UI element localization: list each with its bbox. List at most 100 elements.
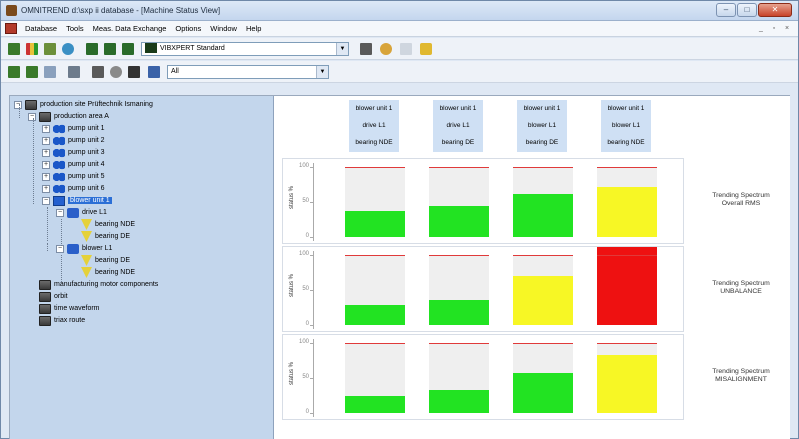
menu-help[interactable]: Help: [246, 24, 261, 33]
status-bar[interactable]: [597, 186, 657, 237]
eye-icon[interactable]: [109, 65, 123, 79]
status-bar-track[interactable]: [513, 343, 573, 413]
document-icon[interactable]: [5, 23, 17, 34]
split-icon[interactable]: [67, 65, 81, 79]
expand-icon[interactable]: +: [42, 184, 50, 193]
filter-select[interactable]: All ▼: [167, 65, 329, 79]
tree-node[interactable]: triax route: [28, 314, 85, 327]
status-bar-track[interactable]: [345, 343, 405, 413]
refresh-icon[interactable]: [61, 42, 75, 56]
chevron-down-icon[interactable]: ▼: [316, 66, 328, 78]
expand-icon[interactable]: +: [42, 160, 50, 169]
status-bar[interactable]: [513, 276, 573, 325]
tree-connector: [47, 243, 48, 251]
device-select[interactable]: VIBXPERT Standard ▼: [141, 42, 349, 56]
expand-icon[interactable]: +: [42, 124, 50, 133]
measurement-task-label[interactable]: Trending Spectrum Overall RMS: [696, 192, 786, 208]
mdi-minimize-button[interactable]: _: [756, 24, 766, 34]
folder-icon: [39, 303, 51, 314]
collapse-icon[interactable]: −: [28, 112, 36, 121]
status-bar-track[interactable]: [513, 255, 573, 325]
minimize-button[interactable]: –: [716, 3, 736, 17]
tree-node-label: blower L1: [82, 245, 113, 252]
collapse-icon[interactable]: −: [56, 208, 64, 217]
expand-icon[interactable]: +: [42, 148, 50, 157]
chevron-down-icon[interactable]: ▼: [336, 43, 348, 55]
column-header-line: blower unit 1: [523, 105, 561, 112]
tree-node-label: drive L1: [82, 209, 107, 216]
collapse-icon[interactable]: −: [42, 196, 50, 205]
tree-icon[interactable]: [7, 42, 21, 56]
arrow-icon[interactable]: [43, 65, 57, 79]
drive-icon: [67, 207, 79, 218]
status-bar[interactable]: [513, 373, 573, 413]
status-bar[interactable]: [429, 205, 489, 237]
column-header[interactable]: blower unit 1 drive L1 bearing DE: [433, 100, 483, 152]
y-tick-mark: [310, 325, 314, 326]
tree-collapse-icon[interactable]: [25, 65, 39, 79]
status-bar-track[interactable]: [429, 167, 489, 237]
status-bar[interactable]: [513, 193, 573, 237]
pump-icon: [53, 183, 65, 194]
column-header[interactable]: blower unit 1 blower L1 bearing NDE: [601, 100, 651, 152]
menu-meas-data-exchange[interactable]: Meas. Data Exchange: [93, 24, 167, 33]
machine-status-view: blower unit 1 drive L1 bearing NDE blower u…: [276, 96, 790, 439]
status-bar-track[interactable]: [597, 246, 657, 325]
status-bar[interactable]: [429, 389, 489, 413]
measurement-task-label-line: Trending Spectrum: [712, 368, 770, 375]
lock-icon[interactable]: [127, 65, 141, 79]
column-header-line: drive L1: [362, 122, 386, 129]
column-header[interactable]: blower unit 1 drive L1 bearing NDE: [349, 100, 399, 152]
status-bar[interactable]: [429, 299, 489, 325]
status-bar-track[interactable]: [429, 343, 489, 413]
menu-tools[interactable]: Tools: [66, 24, 84, 33]
column-header[interactable]: blower unit 1 blower L1 bearing DE: [517, 100, 567, 152]
status-bar-track[interactable]: [597, 167, 657, 237]
status-bar-track[interactable]: [345, 167, 405, 237]
menu-window[interactable]: Window: [210, 24, 237, 33]
status-bar-track[interactable]: [429, 255, 489, 325]
key-icon[interactable]: [379, 42, 393, 56]
status-bar[interactable]: [345, 396, 405, 413]
machine-tree[interactable]: − production site Prüftechnik Ismaning − pr…: [10, 96, 274, 439]
filter-select-value: All: [171, 68, 179, 75]
status-bar[interactable]: [345, 211, 405, 237]
status-bar-track[interactable]: [513, 167, 573, 237]
device-icon[interactable]: [121, 42, 135, 56]
y-tick-label: 0: [305, 409, 309, 415]
book-icon[interactable]: [359, 42, 373, 56]
maximize-button[interactable]: □: [737, 3, 757, 17]
collapse-icon[interactable]: −: [56, 244, 64, 253]
expand-icon[interactable]: +: [42, 136, 50, 145]
measurement-task-label[interactable]: Trending Spectrum UNBALANCE: [696, 280, 786, 296]
column-header-line: drive L1: [446, 122, 470, 129]
percent-icon[interactable]: [91, 65, 105, 79]
station-icon[interactable]: [43, 42, 57, 56]
close-button[interactable]: ✕: [758, 3, 792, 17]
expand-icon[interactable]: +: [42, 172, 50, 181]
mdi-restore-button[interactable]: ▫: [769, 24, 779, 34]
table-icon[interactable]: [147, 65, 161, 79]
mdi-close-button[interactable]: ×: [782, 24, 792, 34]
tree-connector: [33, 118, 34, 204]
menu-options[interactable]: Options: [175, 24, 201, 33]
device-icon[interactable]: [103, 42, 117, 56]
bearing-icon: [81, 267, 92, 278]
y-tick-mark: [310, 167, 314, 168]
status-bar[interactable]: [597, 354, 657, 413]
menu-database[interactable]: Database: [25, 24, 57, 33]
status-bar-track[interactable]: [345, 255, 405, 325]
app-window: OMNITREND d:\sxp ii database - [Machine …: [0, 0, 799, 439]
device-icon[interactable]: [85, 42, 99, 56]
bar-chart-icon[interactable]: [25, 42, 39, 56]
help-icon[interactable]: [419, 42, 433, 56]
app-icon[interactable]: [6, 5, 17, 16]
measurement-task-label-line: Trending Spectrum: [712, 280, 770, 287]
status-bar[interactable]: [345, 305, 405, 325]
collapse-icon[interactable]: −: [14, 100, 22, 109]
tree-expand-icon[interactable]: [7, 65, 21, 79]
measurement-task-label[interactable]: Trending Spectrum MISALIGNMENT: [696, 368, 786, 384]
status-bar-track[interactable]: [597, 343, 657, 413]
title-bar[interactable]: OMNITREND d:\sxp ii database - [Machine …: [1, 1, 798, 21]
status-bar[interactable]: [597, 246, 657, 325]
